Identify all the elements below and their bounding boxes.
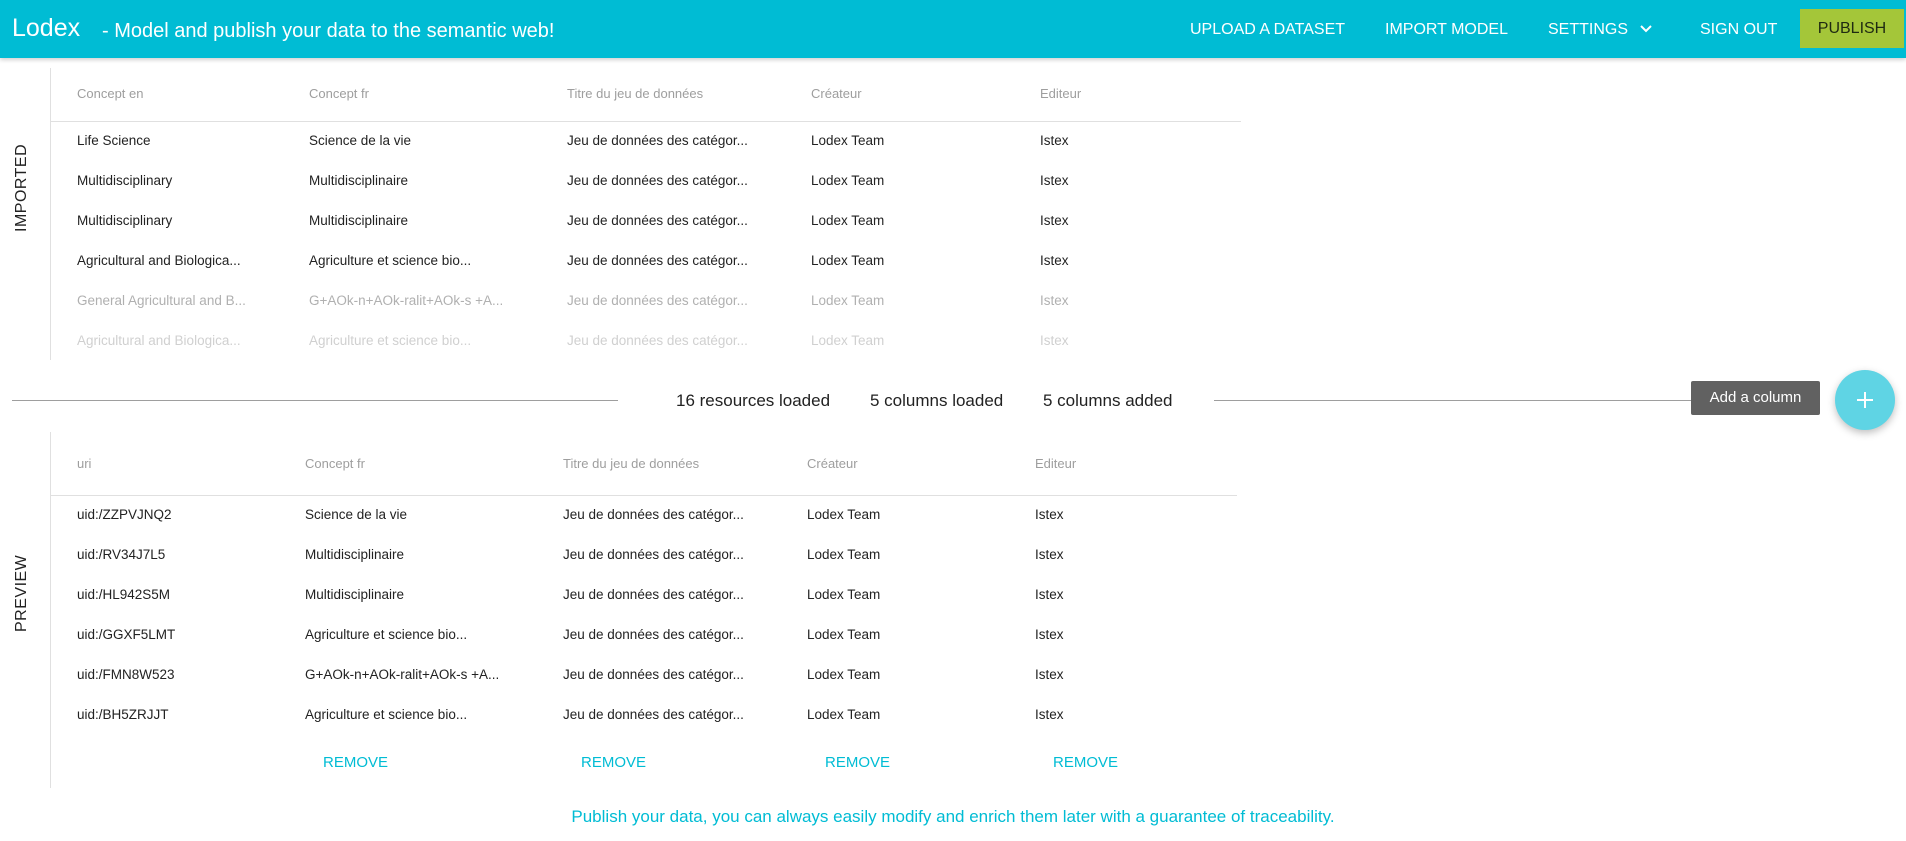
imported-header-concept-fr[interactable]: Concept fr: [309, 85, 369, 103]
publish-button[interactable]: PUBLISH: [1800, 9, 1904, 48]
imported-header-concept-en[interactable]: Concept en: [77, 85, 144, 103]
table-cell: Jeu de données des catégor...: [563, 547, 744, 562]
table-cell: Jeu de données des catégor...: [567, 173, 748, 188]
chevron-down-icon[interactable]: [1638, 21, 1654, 37]
table-cell: uid:/ZZPVJNQ2: [77, 507, 172, 522]
table-cell: Istex: [1040, 333, 1069, 348]
table-cell: Lodex Team: [811, 133, 885, 148]
table-cell: Istex: [1040, 293, 1069, 308]
table-cell: uid:/FMN8W523: [77, 667, 175, 682]
table-cell: Jeu de données des catégor...: [567, 213, 748, 228]
table-cell: Lodex Team: [807, 667, 881, 682]
preview-header-title[interactable]: Titre du jeu de données: [563, 455, 699, 473]
plus-icon: [1857, 392, 1873, 408]
preview-header-concept-fr[interactable]: Concept fr: [305, 455, 365, 473]
status-divider-left: [12, 400, 618, 401]
table-cell: Lodex Team: [807, 507, 881, 522]
imported-header-editor[interactable]: Editeur: [1040, 85, 1081, 103]
columns-loaded-status: 5 columns loaded: [870, 391, 1004, 410]
publish-info-message: Publish your data, you can always easily…: [571, 807, 1335, 826]
table-cell: Agricultural and Biologica...: [77, 253, 241, 268]
upload-dataset-button[interactable]: UPLOAD A DATASET: [1190, 18, 1345, 42]
table-cell: uid:/HL942S5M: [77, 587, 171, 602]
table-cell: Multidisciplinaire: [305, 547, 405, 562]
table-cell: Istex: [1035, 507, 1064, 522]
table-cell: Multidisciplinaire: [309, 213, 409, 228]
settings-button[interactable]: SETTINGS: [1548, 18, 1628, 42]
table-cell: Jeu de données des catégor...: [563, 667, 744, 682]
table-cell: Istex: [1040, 173, 1069, 188]
table-cell: Lodex Team: [811, 293, 885, 308]
remove-creator-button[interactable]: REMOVE: [825, 753, 890, 773]
table-cell: Lodex Team: [811, 213, 885, 228]
table-cell: Lodex Team: [807, 627, 881, 642]
table-cell: Jeu de données des catégor...: [567, 293, 748, 308]
add-column-tooltip: Add a column: [1691, 381, 1820, 415]
imported-header-divider: [51, 121, 1241, 122]
table-cell: Lodex Team: [807, 547, 881, 562]
table-cell: Multidisciplinaire: [305, 587, 405, 602]
table-cell: Lodex Team: [811, 173, 885, 188]
columns-added-status: 5 columns added: [1043, 391, 1173, 410]
table-cell: Istex: [1040, 253, 1069, 268]
status-divider-right: [1214, 400, 1694, 401]
app-title[interactable]: Lodex: [12, 13, 80, 43]
table-cell: Agriculture et science bio...: [305, 627, 468, 642]
preview-divider: [50, 432, 51, 788]
table-cell: Istex: [1035, 667, 1064, 682]
table-cell: Jeu de données des catégor...: [563, 587, 744, 602]
table-cell: G+AOk-n+AOk-ralit+AOk-s +A...: [309, 293, 504, 308]
table-cell: Istex: [1040, 133, 1069, 148]
table-cell: uid:/GGXF5LMT: [77, 627, 176, 642]
table-cell: Science de la vie: [309, 133, 412, 148]
table-cell: Jeu de données des catégor...: [567, 253, 748, 268]
remove-editor-button[interactable]: REMOVE: [1053, 753, 1118, 773]
table-cell: G+AOk-n+AOk-ralit+AOk-s +A...: [305, 667, 500, 682]
remove-concept-fr-button[interactable]: REMOVE: [323, 753, 388, 773]
table-cell: uid:/RV34J7L5: [77, 547, 166, 562]
preview-header-uri[interactable]: uri: [77, 455, 91, 473]
table-cell: Life Science: [77, 133, 151, 148]
resources-loaded-status: 16 resources loaded: [676, 391, 831, 410]
imported-divider: [50, 68, 51, 360]
app-bar: Lodex - Model and publish your data to t…: [0, 0, 1906, 58]
table-cell: Istex: [1035, 627, 1064, 642]
preview-header-creator[interactable]: Créateur: [807, 455, 858, 473]
table-cell: Istex: [1035, 707, 1064, 722]
preview-header-divider: [51, 495, 1237, 496]
preview-header-editor[interactable]: Editeur: [1035, 455, 1076, 473]
table-cell: Agriculture et science bio...: [309, 333, 472, 348]
preview-section-label: PREVIEW: [13, 554, 30, 632]
table-cell: Jeu de données des catégor...: [563, 707, 744, 722]
add-column-button[interactable]: [1835, 370, 1895, 430]
table-cell: Jeu de données des catégor...: [563, 627, 744, 642]
table-cell: General Agricultural and B...: [77, 293, 246, 308]
imported-section-label: IMPORTED: [13, 143, 30, 232]
table-cell: Lodex Team: [811, 253, 885, 268]
table-cell: Agriculture et science bio...: [305, 707, 468, 722]
table-cell: Lodex Team: [807, 587, 881, 602]
table-cell: Multidisciplinary: [77, 213, 173, 228]
table-cell: Istex: [1035, 587, 1064, 602]
import-model-button[interactable]: IMPORT MODEL: [1385, 18, 1508, 42]
table-cell: Jeu de données des catégor...: [567, 133, 748, 148]
table-cell: Multidisciplinaire: [309, 173, 409, 188]
table-cell: Agriculture et science bio...: [309, 253, 472, 268]
table-cell: Multidisciplinary: [77, 173, 173, 188]
table-cell: Lodex Team: [811, 333, 885, 348]
table-cell: Lodex Team: [807, 707, 881, 722]
table-cell: uid:/BH5ZRJJT: [77, 707, 169, 722]
table-cell: Istex: [1040, 213, 1069, 228]
table-cell: Science de la vie: [305, 507, 408, 522]
table-cell: Jeu de données des catégor...: [563, 507, 744, 522]
imported-header-creator[interactable]: Créateur: [811, 85, 862, 103]
table-cell: Istex: [1035, 547, 1064, 562]
imported-header-title[interactable]: Titre du jeu de données: [567, 85, 703, 103]
remove-title-button[interactable]: REMOVE: [581, 753, 646, 773]
table-cell: Agricultural and Biologica...: [77, 333, 241, 348]
app-tagline: - Model and publish your data to the sem…: [102, 20, 555, 42]
sign-out-button[interactable]: SIGN OUT: [1700, 18, 1777, 42]
table-cell: Jeu de données des catégor...: [567, 333, 748, 348]
